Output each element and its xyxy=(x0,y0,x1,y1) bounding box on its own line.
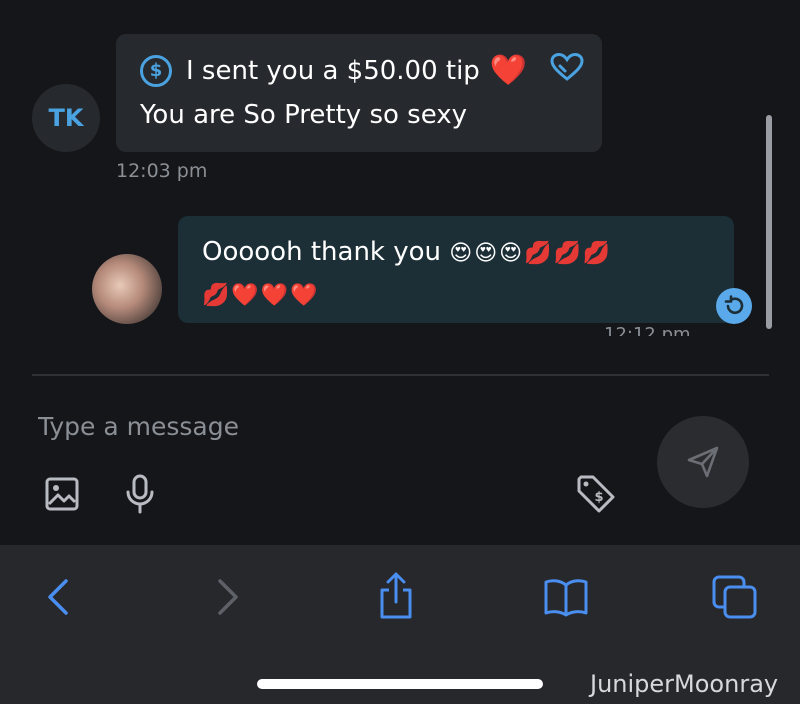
send-button[interactable] xyxy=(657,416,749,508)
watermark: JuniperMoonray xyxy=(590,670,779,698)
tip-line: $ I sent you a $50.00 tip ❤️ xyxy=(140,52,585,89)
dollar-circle-icon: $ xyxy=(140,54,172,87)
incoming-message-bubble[interactable]: $ I sent you a $50.00 tip ❤️ You are So … xyxy=(116,34,602,152)
paper-plane-icon xyxy=(687,446,719,478)
outgoing-emoji-line1: 😍😍😍💋💋💋 xyxy=(449,241,613,266)
share-icon[interactable] xyxy=(374,571,418,621)
book-icon[interactable] xyxy=(542,575,590,619)
tip-text: I sent you a $50.00 tip xyxy=(186,55,480,86)
home-indicator[interactable] xyxy=(257,679,543,689)
chat-scrollbar[interactable] xyxy=(766,115,772,329)
own-avatar[interactable] xyxy=(92,254,162,324)
chevron-right-icon[interactable] xyxy=(210,575,246,619)
outgoing-message-bubble[interactable]: Oooooh thank you 😍😍😍💋💋💋 💋❤️❤️❤️ xyxy=(178,216,734,323)
red-heart-emoji: ❤️ xyxy=(489,52,528,88)
microphone-icon[interactable] xyxy=(120,472,160,516)
sender-initials: TK xyxy=(48,104,84,132)
incoming-message-time: 12:03 pm xyxy=(116,160,208,182)
outgoing-emoji-line2: 💋❤️❤️❤️ xyxy=(202,283,320,308)
chevron-left-icon[interactable] xyxy=(40,575,76,619)
sender-avatar[interactable]: TK xyxy=(32,84,100,152)
outgoing-message-body: Oooooh thank you xyxy=(202,237,442,267)
undo-arrow-icon[interactable] xyxy=(716,288,752,324)
outgoing-message-time: 12:12 pm xyxy=(604,326,691,336)
outgoing-message-text: Oooooh thank you 😍😍😍💋💋💋 💋❤️❤️❤️ xyxy=(202,232,702,316)
dollar-tag-icon[interactable]: $ xyxy=(574,472,618,516)
composer-divider xyxy=(32,374,769,376)
incoming-message-text: You are So Pretty so sexy xyxy=(140,100,468,130)
tabs-icon[interactable] xyxy=(710,573,760,621)
message-input[interactable] xyxy=(38,406,598,446)
blue-outline-heart-icon[interactable] xyxy=(549,52,585,89)
chat-thread: TK $ I sent you a $50.00 tip ❤️ You are … xyxy=(0,0,800,376)
image-icon[interactable] xyxy=(42,474,82,514)
svg-text:$: $ xyxy=(594,490,603,505)
